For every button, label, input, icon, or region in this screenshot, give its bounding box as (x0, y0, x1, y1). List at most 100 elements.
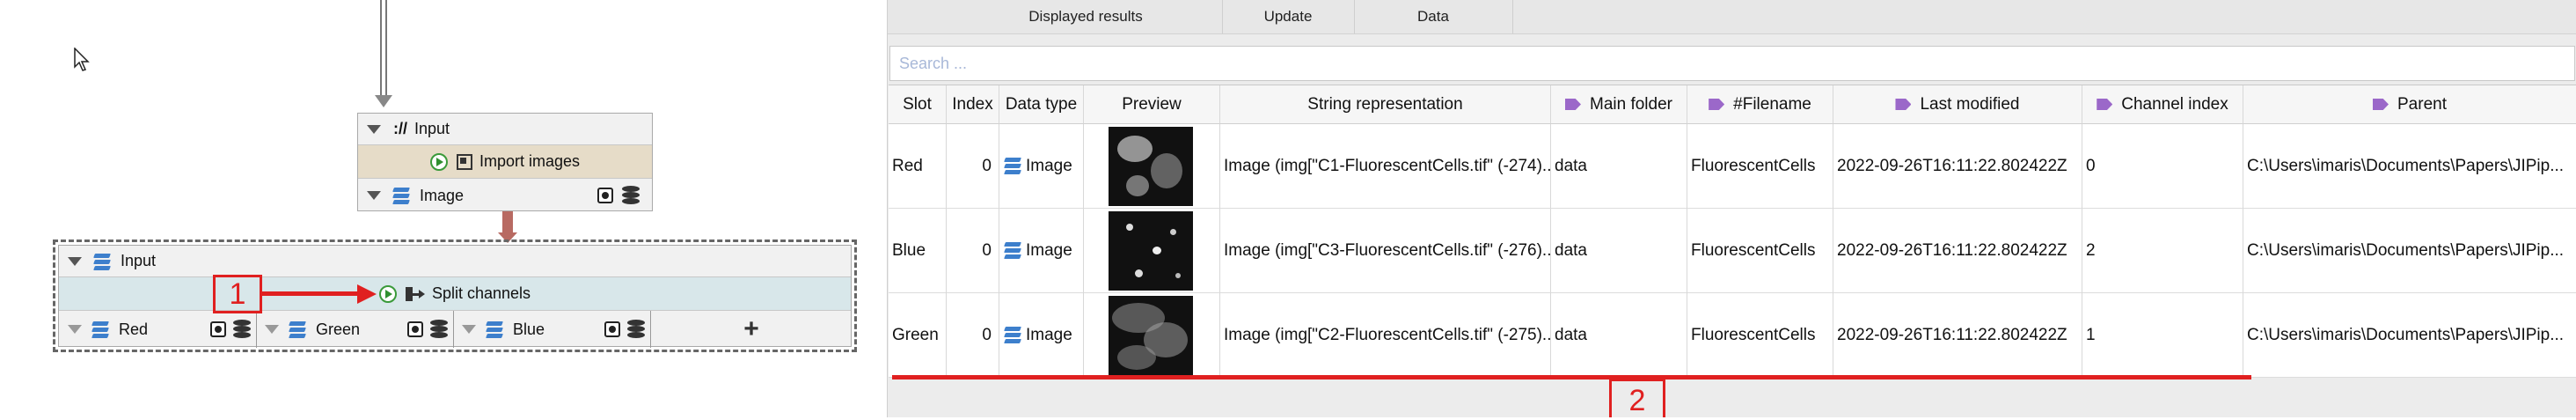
annotation-arrow-line (262, 291, 361, 296)
node-input-label: Input (414, 120, 450, 137)
node-output-row[interactable]: Image (358, 179, 652, 212)
cell-preview[interactable] (1084, 293, 1220, 378)
annotation-tag-icon (2373, 99, 2389, 110)
table-row[interactable]: Green 0 Image Image (img["C2-Fluorescent… (889, 293, 2576, 378)
cell-slot: Blue (889, 209, 947, 293)
collapse-triangle-icon[interactable] (367, 191, 381, 200)
run-play-icon[interactable] (429, 152, 448, 171)
collapse-triangle-icon[interactable] (68, 325, 82, 334)
node-algorithm-label: Split channels (431, 284, 531, 302)
collapse-triangle-icon[interactable] (367, 124, 381, 134)
annotation-underline (892, 375, 2251, 379)
column-header-parent[interactable]: Parent (2243, 85, 2576, 124)
tab-data[interactable]: Data (1354, 0, 1513, 33)
collapse-triangle-icon[interactable] (265, 325, 279, 334)
node-input-header[interactable]: Input (59, 246, 851, 277)
output-image-label: Image (420, 186, 465, 204)
cell-last-modified: 2022-09-26T16:11:22.802422Z (1833, 209, 2082, 293)
data-type-label: Image (1026, 157, 1072, 175)
split-channels-icon (405, 286, 425, 301)
cell-string-representation: Image (img["C3-FluorescentCells.tif" (-2… (1220, 209, 1551, 293)
cell-main-folder: data (1551, 293, 1687, 378)
cell-channel-index: 2 (2082, 209, 2243, 293)
column-header-label: Channel index (2121, 95, 2228, 114)
column-header-label: #Filename (1733, 95, 1811, 114)
column-header-index[interactable]: Index (947, 85, 999, 124)
column-header-channel-index[interactable]: Channel index (2082, 85, 2243, 124)
cache-database-icon[interactable] (627, 320, 645, 339)
tab-displayed-results[interactable]: Displayed results (949, 0, 1223, 33)
image-stack-icon (1003, 241, 1022, 259)
cache-database-icon[interactable] (622, 186, 640, 205)
node-input-header[interactable]: :// Input (358, 114, 652, 145)
annotation-tag-icon (2097, 99, 2113, 110)
import-images-node[interactable]: :// Input Import images Image (357, 113, 653, 211)
column-header-label: Parent (2397, 95, 2447, 114)
url-icon: :// (393, 120, 407, 137)
cache-database-icon[interactable] (430, 320, 448, 339)
cell-filename: FluorescentCells (1687, 209, 1833, 293)
tab-update[interactable]: Update (1222, 0, 1355, 33)
panel-toolbar: Displayed results Update Data (888, 0, 2576, 34)
image-stack-icon (91, 321, 110, 338)
column-header-preview[interactable]: Preview (1084, 85, 1220, 124)
import-images-icon (456, 153, 472, 170)
cell-data-type: Image (999, 124, 1084, 209)
view-data-icon[interactable] (210, 321, 226, 337)
image-stack-icon (288, 321, 307, 338)
column-header-label: Last modified (1920, 95, 2020, 114)
node-algorithm-label: Import images (479, 152, 581, 170)
plus-icon: + (743, 314, 759, 343)
view-data-icon[interactable] (407, 321, 423, 337)
split-channels-node[interactable]: Input Split channels Red Green Blue + (58, 245, 853, 348)
incoming-connection-arrow (375, 95, 392, 107)
data-type-label: Image (1026, 326, 1072, 344)
annotation-marker-2: 2 (1609, 379, 1665, 417)
collapse-triangle-icon[interactable] (68, 256, 82, 266)
cell-data-type: Image (999, 209, 1084, 293)
cell-data-type: Image (999, 293, 1084, 378)
output-slot-red[interactable]: Red (59, 311, 257, 348)
run-play-icon[interactable] (378, 284, 397, 303)
cell-slot: Green (889, 293, 947, 378)
node-algorithm-row[interactable]: Split channels (59, 277, 851, 311)
preview-thumbnail (1109, 127, 1193, 206)
image-stack-icon (92, 253, 112, 270)
column-header-data-type[interactable]: Data type (999, 85, 1084, 124)
cell-parent: C:\Users\imaris\Documents\Papers\JIPip..… (2243, 293, 2576, 378)
column-header-filename[interactable]: #Filename (1687, 85, 1833, 124)
cache-database-icon[interactable] (233, 320, 251, 339)
cell-string-representation: Image (img["C2-FluorescentCells.tif" (-2… (1220, 293, 1551, 378)
graph-canvas[interactable]: :// Input Import images Image Input Spli… (0, 0, 887, 417)
output-slot-label: Red (119, 320, 149, 338)
node-algorithm-row[interactable]: Import images (358, 145, 652, 179)
search-input[interactable]: Search ... (889, 46, 2575, 81)
cell-main-folder: data (1551, 124, 1687, 209)
node-input-label: Input (121, 252, 157, 269)
annotation-tag-icon (1709, 99, 1725, 110)
results-panel: Displayed results Update Data Search ...… (887, 0, 2576, 417)
table-row[interactable]: Red 0 Image Image (img["C1-FluorescentCe… (889, 124, 2576, 209)
cell-main-folder: data (1551, 209, 1687, 293)
data-type-label: Image (1026, 241, 1072, 260)
cell-preview[interactable] (1084, 209, 1220, 293)
output-slot-green[interactable]: Green (256, 311, 454, 348)
view-data-icon[interactable] (597, 188, 613, 203)
column-header-main-folder[interactable]: Main folder (1551, 85, 1687, 124)
add-output-slot-button[interactable]: + (650, 311, 853, 348)
cell-filename: FluorescentCells (1687, 293, 1833, 378)
output-slot-blue[interactable]: Blue (453, 311, 651, 348)
column-header-slot[interactable]: Slot (889, 85, 947, 124)
cell-preview[interactable] (1084, 124, 1220, 209)
view-data-icon[interactable] (604, 321, 620, 337)
column-header-last-modified[interactable]: Last modified (1833, 85, 2082, 124)
annotation-marker-1: 1 (213, 275, 262, 313)
output-slot-label: Green (316, 320, 361, 338)
cell-channel-index: 1 (2082, 293, 2243, 378)
table-row[interactable]: Blue 0 Image Image (img["C3-FluorescentC… (889, 209, 2576, 293)
collapse-triangle-icon[interactable] (462, 325, 476, 334)
annotation-tag-icon (1895, 99, 1912, 110)
cell-string-representation: Image (img["C1-FluorescentCells.tif" (-2… (1220, 124, 1551, 209)
annotation-tag-icon (1565, 99, 1581, 110)
column-header-string-representation[interactable]: String representation (1220, 85, 1551, 124)
